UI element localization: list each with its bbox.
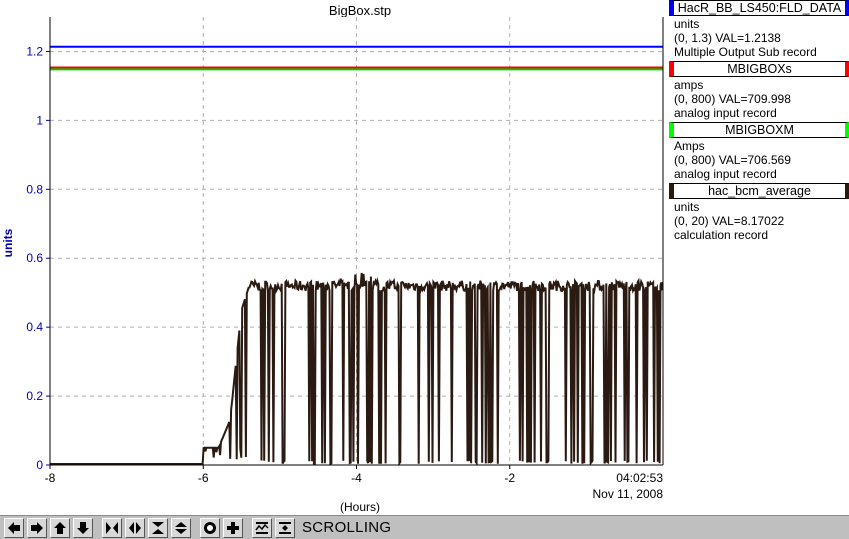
x-tick-label: -8	[45, 471, 56, 485]
auto-scale-icon	[204, 521, 216, 534]
legend-units: units	[674, 17, 700, 31]
add-button[interactable]	[223, 517, 243, 538]
mouse-mode-icon	[279, 521, 291, 534]
zoom-out-y-button[interactable]	[171, 517, 191, 538]
y-tick-labels: 0 0.2 0.4 0.6 0.8 1 1.2	[26, 44, 50, 472]
pan-left-button[interactable]	[4, 517, 24, 538]
zoom-in-x-button[interactable]	[102, 517, 122, 538]
x-end-date-label: Nov 11, 2008	[593, 487, 664, 501]
legend-units: units	[674, 200, 700, 214]
pan-right-button[interactable]	[27, 517, 47, 538]
legend-units: amps	[674, 78, 704, 92]
arrow-down-icon	[77, 521, 89, 534]
y-tick-label: 0.4	[26, 320, 43, 334]
x-axis-label: (Hours)	[340, 500, 380, 514]
stagger-button[interactable]	[252, 517, 272, 538]
arrow-left-icon	[8, 521, 20, 534]
plus-icon	[227, 521, 239, 534]
zoom-out-x-icon	[129, 521, 141, 534]
legend-name-box[interactable]: MBIGBOXs	[669, 61, 849, 77]
arrow-up-icon	[54, 521, 66, 534]
legend-name: MBIGBOXM	[725, 123, 794, 137]
legend-name-box[interactable]: hac_bcm_average	[669, 183, 849, 199]
y-tick-label: 1.2	[26, 44, 43, 58]
legend-range: (0, 1.3) VAL=1.2138	[674, 31, 781, 45]
legend-record: analog input record	[674, 167, 777, 181]
y-tick-label: 0	[36, 458, 43, 472]
x-tick-label: -4	[351, 471, 362, 485]
chart-title: BigBox.stp	[329, 3, 391, 18]
legend-units: Amps	[674, 139, 705, 153]
x-end-time-label: 04:02:53	[616, 471, 663, 485]
legend-name: MBIGBOXs	[727, 62, 792, 76]
zoom-in-y-icon	[152, 521, 164, 534]
auto-scale-button[interactable]	[200, 517, 220, 538]
toolbar: SCROLLING	[0, 515, 849, 539]
zoom-in-x-icon	[106, 521, 118, 534]
legend-name-box[interactable]: HacR_BB_LS450:FLD_DATA	[669, 0, 849, 16]
legend-record: Multiple Output Sub record	[674, 45, 817, 59]
legend-entry[interactable]: MBIGBOXs amps (0, 800) VAL=709.998 analo…	[669, 61, 849, 120]
zoom-out-y-icon	[175, 521, 187, 534]
stagger-icon	[255, 521, 269, 534]
legend-entry[interactable]: MBIGBOXM Amps (0, 800) VAL=706.569 analo…	[669, 122, 849, 181]
pan-up-button[interactable]	[50, 517, 70, 538]
y-axis-label: units	[1, 228, 15, 257]
legend-name-box[interactable]: MBIGBOXM	[669, 122, 849, 138]
legend: HacR_BB_LS450:FLD_DATA units (0, 1.3) VA…	[669, 0, 849, 242]
legend-record: calculation record	[674, 228, 769, 242]
legend-record: analog input record	[674, 106, 777, 120]
y-tick-label: 0.6	[26, 251, 43, 265]
mode-status: SCROLLING	[302, 519, 392, 536]
zoom-out-x-button[interactable]	[125, 517, 145, 538]
legend-range: (0, 20) VAL=8.17022	[674, 214, 785, 228]
legend-range: (0, 800) VAL=709.998	[674, 92, 791, 106]
legend-name: HacR_BB_LS450:FLD_DATA	[677, 1, 842, 15]
legend-name: hac_bcm_average	[708, 184, 811, 198]
zoom-in-y-button[interactable]	[148, 517, 168, 538]
legend-entry[interactable]: HacR_BB_LS450:FLD_DATA units (0, 1.3) VA…	[669, 0, 849, 59]
arrow-right-icon	[31, 521, 43, 534]
x-tick-labels: -8 -6 -4 -2	[45, 465, 515, 485]
y-tick-label: 1	[36, 113, 43, 127]
legend-entry[interactable]: hac_bcm_average units (0, 20) VAL=8.1702…	[669, 183, 849, 242]
x-tick-label: -2	[504, 471, 515, 485]
pan-down-button[interactable]	[73, 517, 93, 538]
mouse-mode-button[interactable]	[275, 517, 295, 538]
y-tick-label: 0.8	[26, 182, 43, 196]
x-tick-label: -6	[198, 471, 209, 485]
y-tick-label: 0.2	[26, 389, 43, 403]
legend-range: (0, 800) VAL=706.569	[674, 153, 791, 167]
